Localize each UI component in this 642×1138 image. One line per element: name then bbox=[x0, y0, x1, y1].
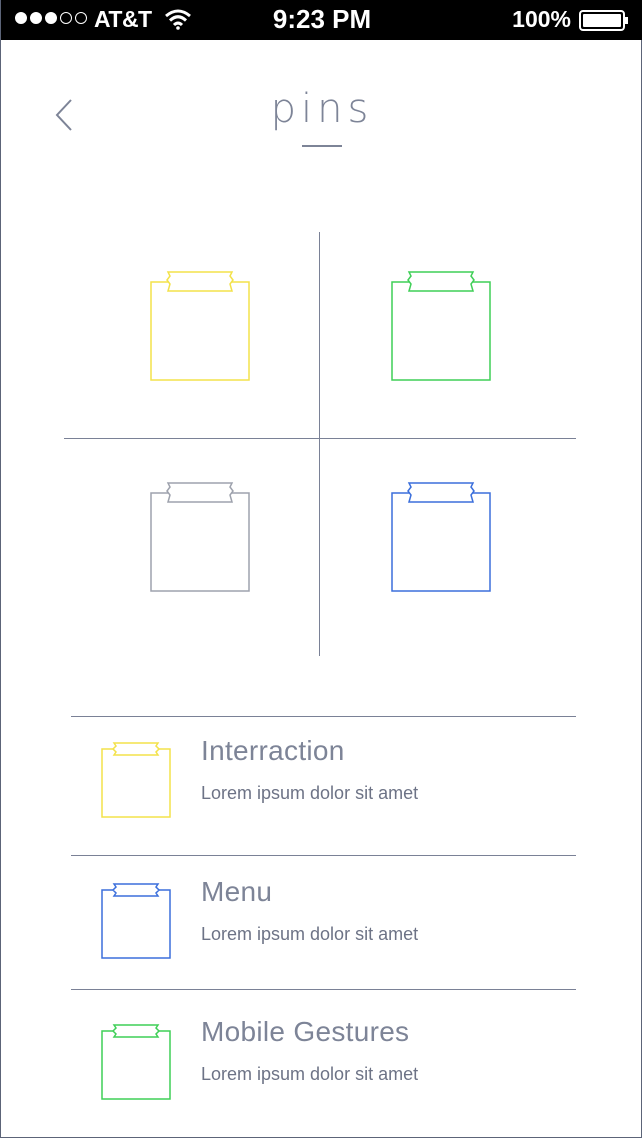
page-title: pins bbox=[270, 86, 374, 132]
pin-note-icon bbox=[101, 1024, 171, 1100]
title-underline bbox=[302, 145, 342, 147]
pin-note-icon bbox=[391, 482, 491, 592]
grid-divider-vertical bbox=[319, 232, 320, 656]
pin-note-icon bbox=[101, 742, 171, 818]
list-item-title: Mobile Gestures bbox=[201, 1016, 410, 1047]
list-item-mobile-gestures[interactable]: Mobile Gestures Lorem ipsum dolor sit am… bbox=[71, 990, 576, 1130]
list-item-subtitle: Lorem ipsum dolor sit amet bbox=[201, 1064, 419, 1084]
pin-tile-gray[interactable] bbox=[150, 481, 250, 593]
pin-note-icon bbox=[101, 883, 171, 959]
pin-note-icon bbox=[150, 271, 250, 381]
list-item-title: Menu bbox=[201, 876, 273, 907]
battery-icon bbox=[579, 10, 628, 31]
pin-tile-green[interactable] bbox=[391, 270, 491, 382]
screen: AT&T 9:23 PM 100% pins Interraction Lore… bbox=[0, 0, 642, 1138]
list-item-subtitle: Lorem ipsum dolor sit amet bbox=[201, 924, 419, 944]
list-item-subtitle: Lorem ipsum dolor sit amet bbox=[201, 783, 419, 803]
grid-divider-horizontal bbox=[64, 438, 576, 439]
pin-note-icon bbox=[150, 482, 250, 592]
list-item-interraction[interactable]: Interraction Lorem ipsum dolor sit amet bbox=[71, 717, 576, 855]
status-bar: AT&T 9:23 PM 100% bbox=[1, 0, 642, 40]
list-item-menu[interactable]: Menu Lorem ipsum dolor sit amet bbox=[71, 856, 576, 989]
pin-tile-yellow[interactable] bbox=[150, 270, 250, 382]
pin-note-icon bbox=[391, 271, 491, 381]
pin-tile-blue[interactable] bbox=[391, 481, 491, 593]
pin-list: Interraction Lorem ipsum dolor sit amet … bbox=[71, 716, 576, 1130]
battery-percentage: 100% bbox=[512, 6, 571, 32]
list-item-title: Interraction bbox=[201, 735, 345, 766]
